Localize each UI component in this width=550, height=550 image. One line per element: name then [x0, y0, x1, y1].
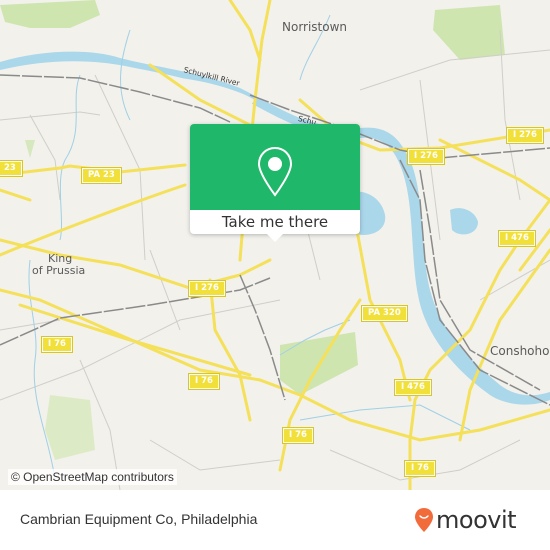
park-area	[0, 0, 100, 28]
place-label-conshohocken: Conshohocken	[490, 344, 550, 358]
route-shield-i76: I 76	[41, 336, 73, 353]
place-label-norristown: Norristown	[282, 20, 348, 34]
park-area	[25, 140, 35, 158]
moovit-pin-icon	[415, 508, 433, 532]
footer-bar: Cambrian Equipment Co, Philadelphia moov…	[0, 490, 550, 550]
place-label-of-prussia: of Prussia	[32, 264, 86, 277]
route-shield-pa320: PA 320	[361, 305, 408, 322]
route-shield-i276: I 276	[506, 127, 544, 144]
take-me-there-button[interactable]: Take me there	[190, 210, 360, 234]
route-shield-i76: I 76	[188, 373, 220, 390]
route-shield-i476: I 476	[394, 379, 432, 396]
popup-header[interactable]	[190, 124, 360, 210]
route-shield-i76: I 76	[282, 427, 314, 444]
moovit-logo[interactable]: moovit	[414, 506, 517, 534]
park-area	[433, 5, 505, 60]
map-attribution[interactable]: © OpenStreetMap contributors	[8, 469, 177, 485]
route-shield-i476: I 476	[498, 230, 536, 247]
route-shield-i276: I 276	[188, 280, 226, 297]
route-shield-pa23: PA 23	[81, 167, 122, 184]
streams	[28, 14, 471, 481]
popup-pointer	[266, 233, 284, 242]
take-me-there-popup[interactable]: Take me there	[190, 124, 360, 242]
park-area	[45, 395, 95, 460]
lake	[450, 208, 478, 235]
location-pin-icon	[257, 146, 293, 197]
route-shield-i276: I 276	[407, 148, 445, 165]
map-base-layer	[0, 0, 550, 490]
moovit-wordmark: moovit	[436, 506, 517, 534]
location-title: Cambrian Equipment Co, Philadelphia	[20, 511, 258, 527]
route-shield-i76: I 76	[404, 460, 436, 477]
map-view[interactable]: Norristown King of Prussia Conshohocken …	[0, 0, 550, 490]
route-shield-pa23: 23	[0, 160, 23, 177]
